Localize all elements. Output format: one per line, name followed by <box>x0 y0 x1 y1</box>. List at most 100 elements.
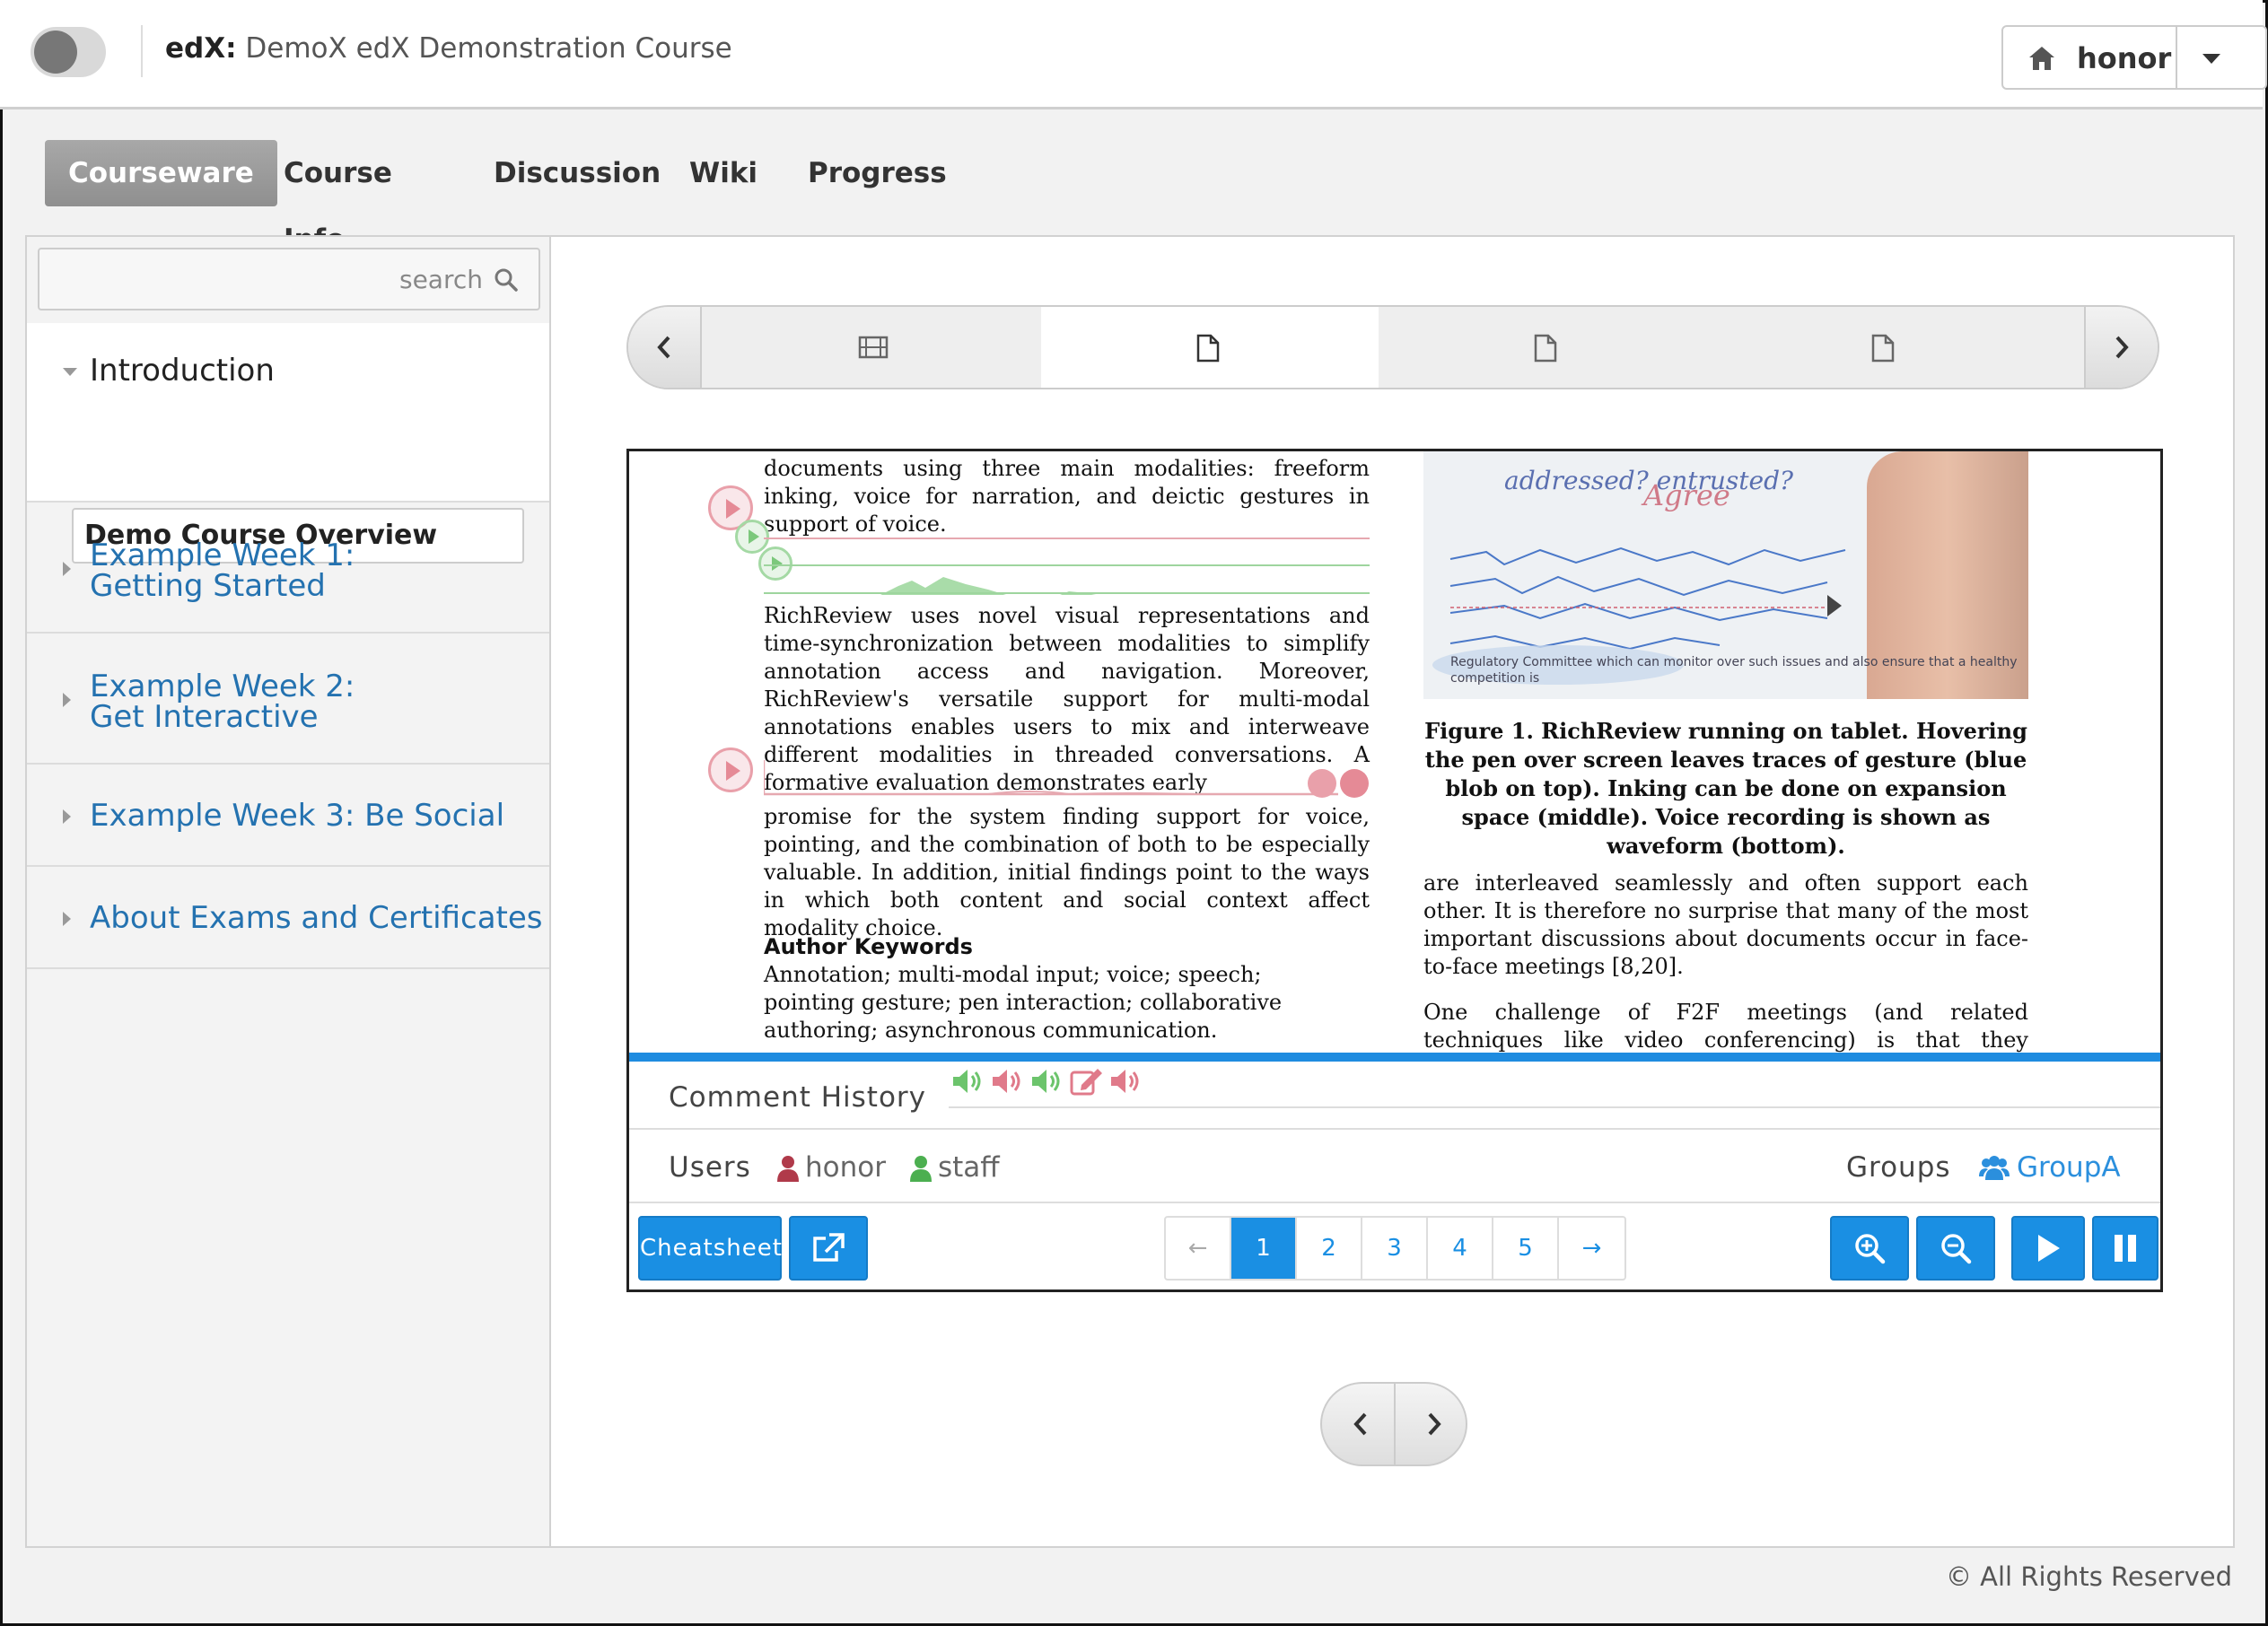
sequence-nav <box>626 305 2159 389</box>
header-divider <box>141 25 143 77</box>
tab-wiki[interactable]: Wiki <box>666 140 781 206</box>
bottom-sequence-nav <box>1320 1382 1467 1466</box>
toggle-knob <box>34 31 77 74</box>
chapter-label[interactable]: Introduction <box>90 355 275 386</box>
groups-label: Groups <box>1846 1151 1951 1184</box>
document-page[interactable]: documents using three main modalities: f… <box>629 451 2160 1053</box>
page-prev[interactable]: ← <box>1166 1218 1231 1279</box>
pause-button[interactable] <box>2092 1216 2159 1281</box>
search-icon[interactable] <box>494 267 519 293</box>
volume-icon[interactable] <box>1029 1067 1065 1096</box>
page-1[interactable]: 1 <box>1231 1218 1297 1279</box>
chevron-left-icon <box>1353 1412 1367 1436</box>
voice-waveform <box>764 577 1370 595</box>
viewer-toolbar: Cheatsheet ← 1 2 3 4 5 → <box>629 1205 2160 1289</box>
external-link-icon <box>813 1233 845 1262</box>
users-group-icon <box>1979 1156 2010 1180</box>
user-icon <box>777 1156 799 1182</box>
zoom-out-icon <box>1941 1234 1972 1264</box>
annotation-trace <box>764 538 1370 539</box>
document-icon <box>1534 334 1557 363</box>
user-staff[interactable]: staff <box>938 1151 1000 1184</box>
users-label: Users <box>669 1151 751 1184</box>
bottom-prev-button[interactable] <box>1322 1384 1394 1464</box>
cheatsheet-button[interactable]: Cheatsheet <box>638 1216 782 1281</box>
sequence-tab-problem[interactable] <box>1716 307 2053 388</box>
user-honor[interactable]: honor <box>805 1151 886 1184</box>
footer-copyright: © All Rights Reserved <box>1945 1561 2232 1592</box>
sequence-tab-problem-active[interactable] <box>1041 307 1379 388</box>
page-5[interactable]: 5 <box>1493 1218 1559 1279</box>
home-icon <box>2029 47 2054 70</box>
chapter-label-line2[interactable]: Get Interactive <box>90 702 319 732</box>
sequence-prev-button[interactable] <box>628 307 702 388</box>
menu-toggle[interactable] <box>31 27 106 77</box>
sequence-tab-video[interactable] <box>704 307 1041 388</box>
bottom-next-button[interactable] <box>1396 1384 1466 1464</box>
tab-progress[interactable]: Progress <box>784 140 970 206</box>
pagination: ← 1 2 3 4 5 → <box>1164 1216 1626 1281</box>
edit-icon[interactable] <box>1069 1067 1105 1096</box>
chevron-right-icon <box>63 809 71 824</box>
user-menu-divider <box>2176 27 2177 88</box>
page-3[interactable]: 3 <box>1362 1218 1428 1279</box>
play-button[interactable] <box>2011 1216 2085 1281</box>
chapter-label[interactable]: About Exams and Certificates <box>90 903 543 933</box>
tab-discussion[interactable]: Discussion <box>470 140 684 206</box>
users-row: Users honor staff Groups GroupA <box>629 1132 2160 1203</box>
chapter-label[interactable]: Example Week 3: Be Social <box>90 800 504 831</box>
brand-label: edX: <box>165 32 237 65</box>
search-input[interactable]: search <box>38 248 540 310</box>
film-icon <box>858 336 889 359</box>
sidebar-chapter-week2[interactable]: Example Week 2: Get Interactive <box>27 635 549 765</box>
chevron-left-icon <box>657 336 670 359</box>
document-icon <box>1871 334 1895 363</box>
group-link[interactable]: GroupA <box>2017 1151 2121 1184</box>
header: edX: DemoX edX Demonstration Course hono… <box>0 0 2267 109</box>
volume-icon[interactable] <box>1108 1067 1144 1096</box>
tab-course-info[interactable]: Course Info <box>260 140 416 256</box>
username-label[interactable]: honor <box>2077 41 2171 75</box>
playback-progress-bar[interactable] <box>629 1053 2160 1062</box>
voice-waveform <box>764 760 1369 798</box>
sidebar-chapter-week3[interactable]: Example Week 3: Be Social <box>27 766 549 867</box>
volume-icon[interactable] <box>990 1067 1026 1096</box>
chevron-down-icon <box>63 368 77 376</box>
page-4[interactable]: 4 <box>1428 1218 1493 1279</box>
caret-down-icon[interactable] <box>2202 54 2220 64</box>
comment-history-track <box>949 1106 2160 1108</box>
comment-history: Comment History <box>629 1062 2160 1130</box>
doc-paragraph: documents using three main modalities: f… <box>764 456 1370 537</box>
open-external-button[interactable] <box>789 1216 868 1281</box>
voice-annotation-play-button[interactable] <box>735 520 769 554</box>
user-icon <box>910 1156 932 1182</box>
sidebar-chapter-week1[interactable]: Example Week 1: Getting Started <box>27 504 549 634</box>
chapter-label-line1[interactable]: Example Week 2: <box>90 671 355 702</box>
annotation-trace <box>764 564 1370 566</box>
tab-courseware[interactable]: Courseware <box>45 140 277 206</box>
volume-icon[interactable] <box>950 1067 986 1096</box>
zoom-out-button[interactable] <box>1916 1216 1995 1281</box>
page-2[interactable]: 2 <box>1297 1218 1362 1279</box>
zoom-in-button[interactable] <box>1830 1216 1909 1281</box>
chevron-right-icon <box>63 562 71 576</box>
doc-keywords: Annotation; multi-modal input; voice; sp… <box>764 962 1283 1043</box>
zoom-in-icon <box>1855 1234 1886 1264</box>
courseware-content: documents using three main modalities: f… <box>553 237 2233 1546</box>
sidebar-chapter-exams[interactable]: About Exams and Certificates <box>27 869 549 969</box>
user-menu[interactable]: honor <box>2001 25 2267 90</box>
course-name: DemoX edX Demonstration Course <box>245 32 732 65</box>
sequence-tab-problem[interactable] <box>1379 307 1716 388</box>
chapter-label-line2[interactable]: Getting Started <box>90 571 326 601</box>
doc-paragraph: promise for the system finding support f… <box>764 804 1370 940</box>
figure-photo: addressed? entrusted? Agree Regulatory C… <box>1423 451 2028 699</box>
sidebar-chapter-introduction[interactable]: Introduction Demo Course Overview <box>27 323 549 564</box>
voice-annotation-play-button[interactable] <box>708 747 753 792</box>
page-next[interactable]: → <box>1559 1218 1624 1279</box>
chevron-right-icon <box>63 912 71 926</box>
chapter-label-line1[interactable]: Example Week 1: <box>90 540 355 571</box>
figure-caption: Figure 1. RichReview running on tablet. … <box>1424 718 2027 859</box>
sequence-next-button[interactable] <box>2084 307 2158 388</box>
chevron-right-icon <box>1428 1412 1441 1436</box>
svg-text:Agree: Agree <box>1641 478 1730 512</box>
